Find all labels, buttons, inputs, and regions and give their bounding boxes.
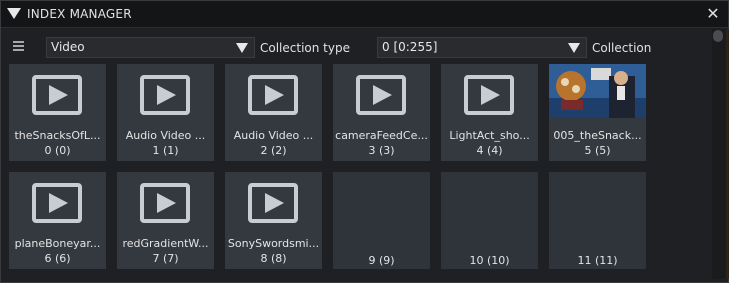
index-tile[interactable]: Audio Video ... 2 (2): [225, 64, 322, 161]
tile-index: 4 (4): [476, 144, 503, 157]
video-play-icon: [356, 75, 406, 115]
collapse-triangle-icon[interactable]: [7, 8, 21, 19]
index-tile[interactable]: Audio Video ... 1 (1): [117, 64, 214, 161]
tile-name: Audio Video ...: [125, 129, 206, 142]
index-tile-empty[interactable]: 10 (10): [441, 172, 538, 269]
chevron-down-icon: [236, 43, 248, 53]
video-play-icon: [140, 183, 190, 223]
window-title: INDEX MANAGER: [27, 7, 132, 21]
toolbar: Video Collection type 0 [0:255] Collecti…: [1, 29, 711, 61]
video-thumbnail: [549, 64, 646, 118]
video-play-icon: [248, 183, 298, 223]
collection-type-select[interactable]: Video: [46, 37, 255, 58]
scrollbar-thumb[interactable]: [713, 30, 723, 42]
collection-type-label: Collection type: [260, 41, 350, 55]
tile-name: cameraFeedCe...: [335, 129, 428, 142]
index-tile[interactable]: planeBoneyar... 6 (6): [9, 172, 106, 269]
title-bar[interactable]: INDEX MANAGER ✕: [1, 1, 728, 28]
tile-index: 11 (11): [577, 254, 618, 267]
tile-name: SonySwordsmi...: [227, 237, 320, 250]
tile-index: 3 (3): [368, 144, 395, 157]
collection-value: 0 [0:255]: [382, 40, 438, 54]
video-play-icon: [248, 75, 298, 115]
tile-name: redGradientW...: [122, 237, 209, 250]
index-tile[interactable]: redGradientW... 7 (7): [117, 172, 214, 269]
collection-label: Collection: [592, 41, 652, 55]
tile-index: 8 (8): [260, 252, 287, 265]
tile-index: 9 (9): [368, 254, 395, 267]
index-manager-window: INDEX MANAGER ✕ Video Collection type 0 …: [0, 0, 729, 283]
tile-name: LightAct_sho...: [449, 129, 530, 142]
video-play-icon: [140, 75, 190, 115]
collection-select[interactable]: 0 [0:255]: [377, 37, 587, 58]
video-play-icon: [464, 75, 514, 115]
index-tile[interactable]: 005_theSnack... 5 (5): [549, 64, 646, 161]
index-tile[interactable]: theSnacksOfL... 0 (0): [9, 64, 106, 161]
index-tile-empty[interactable]: 9 (9): [333, 172, 430, 269]
tile-index: 5 (5): [584, 144, 611, 157]
collection-type-value: Video: [51, 40, 85, 54]
video-play-icon: [32, 75, 82, 115]
tile-index: 7 (7): [152, 252, 179, 265]
index-tile[interactable]: cameraFeedCe... 3 (3): [333, 64, 430, 161]
tile-name: Audio Video ...: [233, 129, 314, 142]
chevron-down-icon: [568, 43, 580, 53]
scrollbar[interactable]: [712, 29, 726, 279]
tile-name: theSnacksOfL...: [14, 129, 101, 142]
tile-name: planeBoneyar...: [14, 237, 101, 250]
tile-index: 10 (10): [469, 254, 510, 267]
tile-index: 0 (0): [44, 144, 71, 157]
index-tile[interactable]: SonySwordsmi... 8 (8): [225, 172, 322, 269]
tile-index: 1 (1): [152, 144, 179, 157]
close-icon[interactable]: ✕: [705, 6, 721, 22]
tile-index: 2 (2): [260, 144, 287, 157]
index-tile-empty[interactable]: 11 (11): [549, 172, 646, 269]
tile-name: 005_theSnack...: [553, 129, 642, 142]
hamburger-icon[interactable]: [13, 41, 24, 51]
tile-index: 6 (6): [44, 252, 71, 265]
video-play-icon: [32, 183, 82, 223]
index-tile[interactable]: LightAct_sho... 4 (4): [441, 64, 538, 161]
